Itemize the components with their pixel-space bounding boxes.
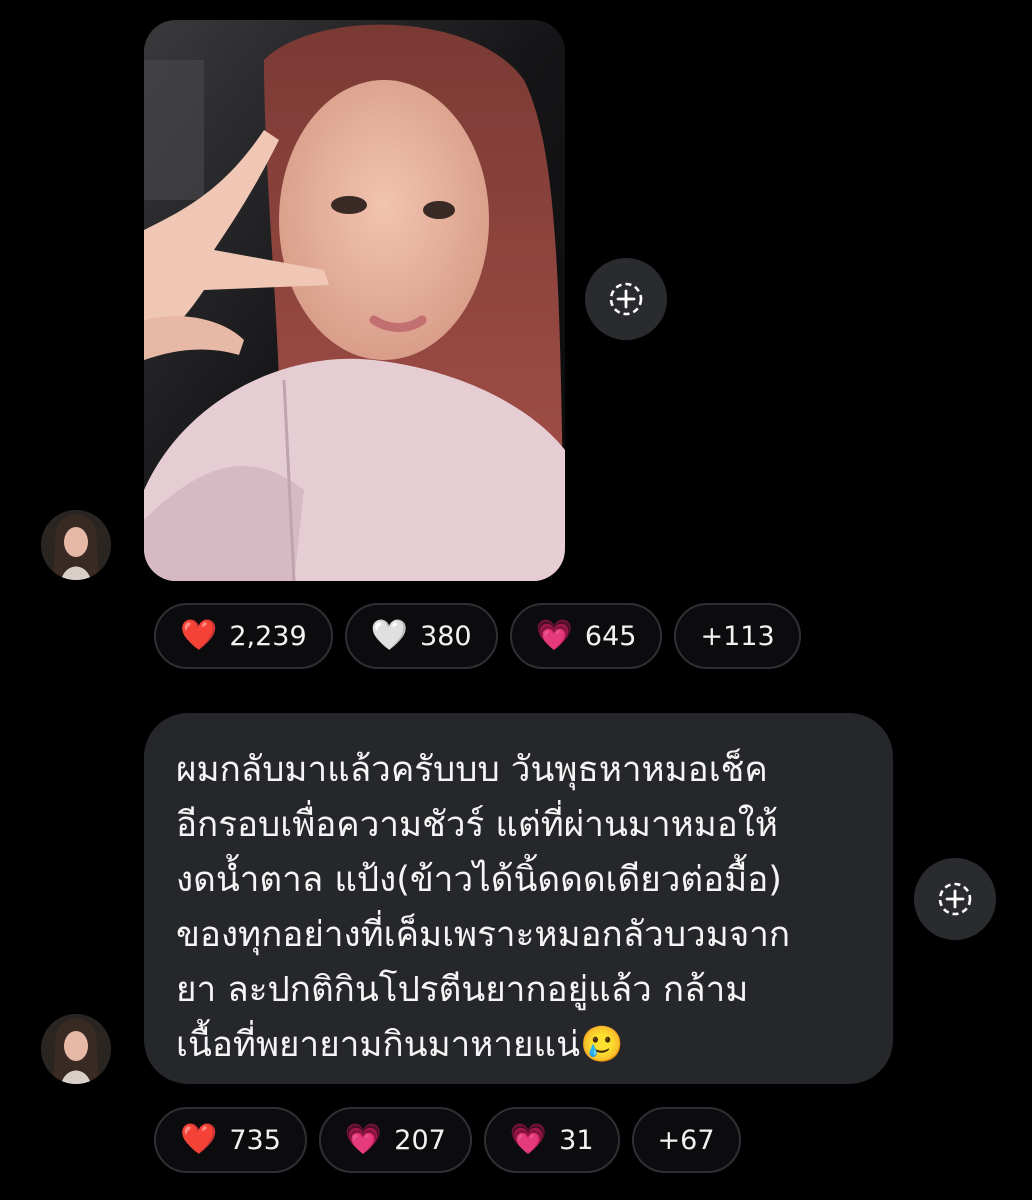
add-reaction-button[interactable] bbox=[914, 858, 996, 940]
reaction-count: 31 bbox=[559, 1124, 594, 1156]
message-text-line: ยา ละปกติกินโปรตีนยากอยู่แล้ว กล้าม bbox=[176, 970, 749, 1010]
message-text-line: ผมกลับมาแล้วครับบบ วันพุธหาหมอเช็ค bbox=[176, 750, 768, 790]
reaction-count: 645 bbox=[584, 620, 637, 652]
reaction-pill[interactable]: ❤️ 735 bbox=[154, 1107, 307, 1173]
add-reaction-icon bbox=[938, 882, 972, 916]
red-heart-icon: ❤️ bbox=[180, 1122, 218, 1157]
reaction-count: 207 bbox=[394, 1124, 446, 1156]
white-heart-icon: 🤍 bbox=[370, 618, 409, 653]
avatar-image bbox=[41, 510, 111, 580]
message-text-line: งดน้ำตาล แป้ง(ข้าวได้นิ้ดดดเดียวต่อมื้อ) bbox=[176, 860, 782, 900]
message-text-line: เนื้อที่พยายามกินมาหายแน่🥲 bbox=[176, 1025, 624, 1065]
sender-avatar[interactable] bbox=[41, 510, 111, 580]
text-message-bubble[interactable]: ผมกลับมาแล้วครับบบ วันพุธหาหมอเช็ค อีกรอ… bbox=[144, 713, 893, 1084]
reaction-pill[interactable]: ❤️ 2,239 bbox=[154, 603, 333, 669]
reaction-count: 2,239 bbox=[229, 620, 307, 652]
more-reactions-pill[interactable]: +67 bbox=[631, 1107, 741, 1173]
pink-heart-icon: 💗 bbox=[535, 618, 573, 653]
reaction-pill[interactable]: 💗 207 bbox=[318, 1107, 472, 1173]
reaction-pill[interactable]: 💗 645 bbox=[509, 603, 663, 669]
reaction-row: ❤️ 735 💗 207 💗 31 +67 bbox=[154, 1107, 741, 1173]
reaction-count: 735 bbox=[229, 1124, 281, 1156]
pink-heart-icon: 💗 bbox=[344, 1122, 383, 1157]
photo-message[interactable] bbox=[144, 20, 565, 581]
pink-heart-icon: 💗 bbox=[509, 1122, 548, 1157]
sender-avatar[interactable] bbox=[41, 1014, 111, 1084]
add-reaction-button[interactable] bbox=[585, 258, 667, 340]
reaction-pill[interactable]: 🤍 380 bbox=[344, 603, 498, 669]
message-photo bbox=[144, 20, 565, 581]
reaction-pill[interactable]: 💗 31 bbox=[483, 1107, 620, 1173]
reaction-count: 380 bbox=[420, 620, 472, 652]
reaction-row: ❤️ 2,239 🤍 380 💗 645 +113 bbox=[154, 603, 801, 669]
message-text-line: ของทุกอย่างที่เค็มเพราะหมอกลัวบวมจาก bbox=[176, 915, 791, 955]
add-reaction-icon bbox=[609, 282, 643, 316]
reaction-count: +113 bbox=[700, 620, 775, 652]
reaction-count: +67 bbox=[657, 1124, 715, 1156]
red-heart-icon: ❤️ bbox=[180, 618, 218, 653]
more-reactions-pill[interactable]: +113 bbox=[674, 603, 801, 669]
message-text-line: อีกรอบเพื่อความชัวร์ แต่ที่ผ่านมาหมอให้ bbox=[176, 805, 778, 845]
avatar-image bbox=[41, 1014, 111, 1084]
